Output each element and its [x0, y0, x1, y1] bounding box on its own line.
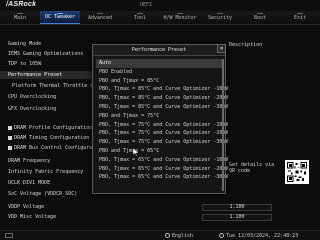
- preset-options: Auto PBO Enabled PBO and Tjmax = 85°C PBO, …: [96, 59, 228, 182]
- tab-security[interactable]: Security: [200, 11, 240, 24]
- tab-main[interactable]: Main: [0, 11, 40, 24]
- preset-option[interactable]: PBO, Tjmax = 85°C and Curve Optimizer -1…: [96, 85, 228, 94]
- preset-option[interactable]: PBO, Tjmax = 75°C and Curve Optimizer -1…: [96, 121, 228, 130]
- setting-row[interactable]: Gaming Mode: [0, 40, 104, 48]
- tab-oc-tweaker[interactable]: OC Tweaker: [40, 11, 80, 24]
- setting-label: TDP to 105W: [8, 61, 42, 67]
- tab-tool[interactable]: Tool: [120, 11, 160, 24]
- setting-row[interactable]: Infinity Fabric Frequency: [0, 168, 104, 176]
- tab-h-w-monitor[interactable]: H/W Monitor: [160, 11, 200, 24]
- tab-label: Security: [207, 14, 233, 21]
- submenu-icon: [8, 135, 12, 140]
- setting-row[interactable]: SoC Voltage (VDDCR_SOC): [0, 190, 104, 198]
- close-icon[interactable]: ×: [217, 44, 226, 53]
- brand-logo: /ASRock: [6, 1, 37, 8]
- tab-icon: [97, 11, 103, 14]
- setting-label: GFX Overclocking: [8, 106, 57, 112]
- setting-row[interactable]: IEMS Gaming Optimizations: [0, 50, 104, 58]
- setting-row[interactable]: Performance Preset: [0, 71, 104, 79]
- tab-label: Advanced: [87, 14, 113, 21]
- tab-advanced[interactable]: Advanced: [80, 11, 120, 24]
- tab-icon: [137, 11, 143, 14]
- clock-icon: [219, 233, 224, 238]
- setting-label: VDD Misc Voltage: [8, 214, 57, 220]
- preset-option[interactable]: PBO, Tjmax = 65°C and Curve Optimizer -2…: [96, 165, 228, 174]
- setting-label: Platform Thermal Throttle Limit: [12, 83, 104, 89]
- scrollbar-thumb[interactable]: [222, 59, 224, 191]
- setting-row[interactable]: DRAM Bus Control Configuration: [0, 144, 104, 152]
- globe-icon: [165, 233, 170, 238]
- setting-row[interactable]: DRAM Frequency: [0, 157, 104, 165]
- tab-icon: [297, 11, 303, 14]
- date-time: Tue 12/03/2024, 22:48:23: [226, 233, 299, 239]
- main-tabs: Main OC Tweaker Advanced Tool H/W Monitor Sec…: [0, 11, 320, 25]
- setting-row[interactable]: VDDP Voltage: [0, 203, 104, 211]
- tab-icon: [177, 11, 183, 14]
- setting-row[interactable]: TDP to 105W: [0, 60, 104, 68]
- setting-row[interactable]: DRAM Profile Configuration: [0, 124, 104, 132]
- setting-label: CPU Overclocking: [8, 94, 57, 100]
- setting-label: DRAM Bus Control Configuration: [14, 145, 104, 151]
- tab-label: Exit: [293, 14, 307, 21]
- description-title: Description: [229, 42, 263, 48]
- top-bar: /ASRock UEFI: [0, 0, 320, 10]
- preset-option[interactable]: PBO, Tjmax = 65°C and Curve Optimizer -3…: [96, 173, 228, 182]
- language-selector[interactable]: English: [172, 233, 193, 239]
- tab-icon: [17, 11, 23, 14]
- preset-option[interactable]: Auto: [96, 59, 223, 68]
- tab-icon: [217, 11, 223, 14]
- dialog-header: Performance Preset ×: [93, 44, 226, 56]
- preset-option[interactable]: PBO and Tjmax = 75°C: [96, 112, 223, 121]
- setting-label: Performance Preset: [8, 72, 63, 78]
- preset-option[interactable]: PBO, Tjmax = 75°C and Curve Optimizer -3…: [96, 138, 228, 147]
- setting-row[interactable]: GFX Overclocking: [0, 105, 104, 113]
- favorite-icon[interactable]: [5, 233, 13, 238]
- preset-option[interactable]: PBO and Tjmax = 65°C: [96, 147, 223, 156]
- tab-label: Main: [13, 14, 27, 21]
- tab-label: OC Tweaker: [44, 14, 76, 20]
- preset-option[interactable]: PBO, Tjmax = 85°C and Curve Optimizer -3…: [96, 103, 228, 112]
- submenu-icon: [8, 145, 12, 150]
- tab-label: Tool: [133, 14, 147, 21]
- setting-label: UCLK DIV1 MODE: [8, 180, 51, 186]
- setting-label: Gaming Mode: [8, 41, 42, 47]
- setting-label: DRAM Timing Configuration: [14, 135, 90, 141]
- setting-label: IEMS Gaming Optimizations: [8, 51, 84, 57]
- setting-row[interactable]: CPU Overclocking: [0, 93, 104, 101]
- qr-code-icon: [285, 160, 309, 184]
- preset-option[interactable]: PBO, Tjmax = 85°C and Curve Optimizer -2…: [96, 94, 228, 103]
- tab-icon: [57, 11, 63, 14]
- setting-row[interactable]: DRAM Timing Configuration: [0, 134, 104, 142]
- setting-row[interactable]: VDD Misc Voltage: [0, 213, 104, 221]
- tab-exit[interactable]: Exit: [280, 11, 320, 24]
- setting-row[interactable]: Platform Thermal Throttle Limit: [0, 82, 104, 90]
- mouse-cursor-icon: [133, 148, 139, 156]
- setting-label: SoC Voltage (VDDCR_SOC): [8, 191, 78, 197]
- preset-option[interactable]: PBO, Tjmax = 75°C and Curve Optimizer -2…: [96, 129, 228, 138]
- setting-row[interactable]: UCLK DIV1 MODE: [0, 179, 104, 187]
- vdd-misc-voltage-value[interactable]: 1.100: [202, 214, 272, 221]
- setting-label: VDDP Voltage: [8, 204, 45, 210]
- vddp-voltage-value[interactable]: 1.100: [202, 204, 272, 211]
- tab-icon: [257, 11, 263, 14]
- setting-label: DRAM Frequency: [8, 158, 51, 164]
- footer-bar: English Tue 12/03/2024, 22:48:23: [0, 230, 320, 240]
- tab-label: Boot: [253, 14, 267, 21]
- tab-label: H/W Monitor: [163, 14, 197, 21]
- preset-option[interactable]: PBO Enabled: [96, 68, 223, 77]
- dialog-title: Performance Preset: [131, 47, 187, 53]
- performance-preset-dialog: Performance Preset × Auto PBO Enabled PBO …: [92, 44, 228, 194]
- qr-description: Get details via QR code: [229, 162, 275, 174]
- uefi-label: UEFI: [140, 2, 153, 8]
- submenu-icon: [8, 125, 12, 130]
- setting-label: Infinity Fabric Frequency: [8, 169, 84, 175]
- setting-label: DRAM Profile Configuration: [14, 125, 93, 131]
- preset-option[interactable]: PBO and Tjmax = 85°C: [96, 77, 223, 86]
- tab-boot[interactable]: Boot: [240, 11, 280, 24]
- preset-option[interactable]: PBO, Tjmax = 65°C and Curve Optimizer -1…: [96, 156, 228, 165]
